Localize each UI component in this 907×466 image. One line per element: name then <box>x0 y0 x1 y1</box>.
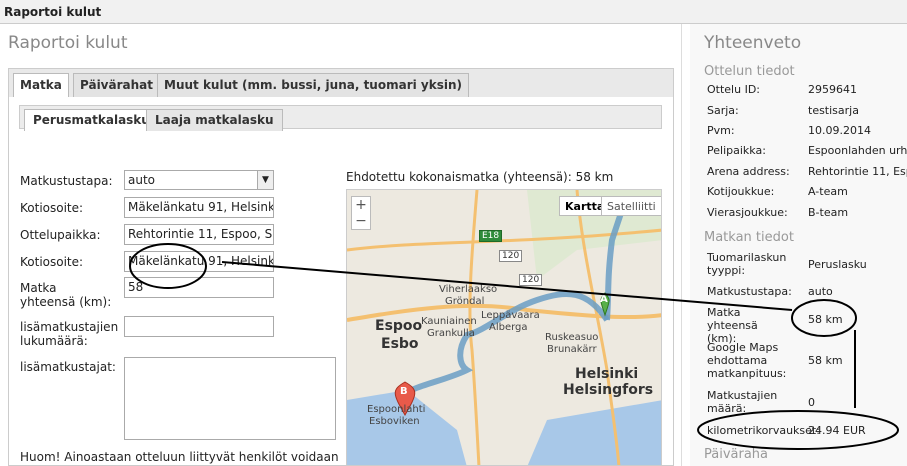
distance-summary-label: Matka yhteensä (km): <box>707 306 758 345</box>
map-label-grankulla: Grankulla <box>427 328 475 339</box>
extra-passengers-count-label: lisämatkustajien lukumäärä: <box>20 320 119 348</box>
venue-label: Ottelupaikka: <box>20 228 101 242</box>
series-value: testisarja <box>808 104 859 117</box>
zoom-out-button[interactable]: − <box>352 213 370 229</box>
map-label-leppavaara: Leppävaara <box>481 310 540 321</box>
map-label-helsinki: Helsinki <box>575 366 639 382</box>
venue-summary-label: Pelipaikka: <box>707 144 766 157</box>
date-value: 10.09.2014 <box>808 124 871 137</box>
main-tabs: Matka Päivärahat Muut kulut (mm. bussi, … <box>8 68 674 100</box>
extra-passengers-label: lisämatkustajat: <box>20 360 116 374</box>
zoom-in-button[interactable]: + <box>352 197 370 213</box>
map-type-satellite-button[interactable]: Satelliitti <box>601 196 661 216</box>
passenger-count-value: 0 <box>808 396 815 409</box>
travel-mode-summary-value: auto <box>808 285 833 298</box>
map-label-brunakarr: Brunakärr <box>547 344 597 355</box>
map-label-viherlaakso: Viherlaakso <box>439 284 498 295</box>
tab-matka[interactable]: Matka <box>13 73 69 100</box>
travel-mode-label: Matkustustapa: <box>20 174 113 188</box>
invoice-type-label: Tuomarilaskun tyyppi: <box>707 251 787 277</box>
travel-mode-value: auto <box>128 173 156 187</box>
road-shield-e18: E18 <box>479 230 503 242</box>
home-team-label: Kotijoukkue: <box>707 185 775 198</box>
road-shield-120: 120 <box>499 250 523 262</box>
map-label-grondal: Gröndal <box>445 296 485 307</box>
summary-title: Yhteenveto <box>704 33 802 53</box>
travel-section-title: Matkan tiedot <box>704 230 794 245</box>
page-title: Raportoi kulut <box>8 33 128 53</box>
home-address-input[interactable]: Mäkelänkatu 91, Helsinki, Suomi <box>124 197 274 218</box>
map-water <box>527 400 661 465</box>
marker-b-label: B <box>400 386 408 397</box>
extra-passengers-count-input[interactable] <box>124 316 274 337</box>
expense-report-panel: Raportoi kulut Matka Päivärahat Muut kul… <box>0 24 682 466</box>
match-section-title: Ottelun tiedot <box>704 64 795 79</box>
subtab-perusmatkalasku[interactable]: Perusmatkalasku <box>24 109 159 131</box>
travel-mode-summary-label: Matkustustapa: <box>707 285 792 298</box>
map-label-alberga: Alberga <box>489 322 528 333</box>
home-address-label: Kotiosoite: <box>20 201 84 215</box>
map-label-helsingfors: Helsingfors <box>563 382 654 398</box>
subtab-laaja-matkalasku[interactable]: Laaja matkalasku <box>146 109 283 131</box>
chevron-down-icon[interactable]: ▼ <box>257 171 273 189</box>
marker-a-label: A <box>600 294 608 305</box>
arena-address-value: Rehtorintie 11, Espoo <box>808 165 907 178</box>
distance-label: Matka yhteensä (km): <box>20 281 112 309</box>
passenger-note: Huom! Ainoastaan otteluun liittyvät henk… <box>20 450 339 466</box>
home-address-return-input[interactable]: Mäkelänkatu 91, Helsinki, Suomi <box>124 251 274 272</box>
distance-summary-value: 58 km <box>808 313 843 326</box>
route-map[interactable]: A B + − Kartta Satelliitti E18 120 120 V… <box>346 189 662 466</box>
arena-address-label: Arena address: <box>707 165 790 178</box>
match-id-value: 2959641 <box>808 83 857 96</box>
away-team-value: B-team <box>808 206 849 219</box>
map-label-esboviken: Esboviken <box>369 416 420 427</box>
distance-input[interactable]: 58 <box>124 277 274 298</box>
home-address-return-label: Kotiosoite: <box>20 255 84 269</box>
match-id-label: Ottelu ID: <box>707 83 760 96</box>
map-label-kauniainen: Kauniainen <box>421 316 477 327</box>
zoom-control[interactable]: + − <box>351 196 371 230</box>
tab-paivarahat[interactable]: Päivärahat <box>73 73 160 97</box>
google-distance-value: 58 km <box>808 354 843 367</box>
venue-input[interactable]: Rehtorintie 11, Espoo, Suomi <box>124 224 274 245</box>
travel-mode-select[interactable]: auto ▼ <box>124 170 274 190</box>
road-shield-120: 120 <box>519 274 543 286</box>
series-label: Sarja: <box>707 104 739 117</box>
window-titlebar: Raportoi kulut <box>0 0 907 24</box>
invoice-type-value: Peruslasku <box>808 258 867 271</box>
sub-tabs: Perusmatkalasku Laaja matkalasku <box>19 105 662 131</box>
google-distance-label: Google Maps ehdottama matkanpituus: <box>707 341 787 380</box>
away-team-label: Vierasjoukkue: <box>707 206 788 219</box>
map-label-ruskeasuo: Ruskeasuo <box>545 332 599 343</box>
mileage-allowance-label: kilometrikorvaukset: <box>707 424 820 437</box>
tab-muut-kulut[interactable]: Muut kulut (mm. bussi, juna, tuomari yks… <box>157 73 469 97</box>
passenger-count-label: Matkustajien määrä: <box>707 389 778 415</box>
home-team-value: A-team <box>808 185 848 198</box>
venue-summary-value: Espoonlahden urheiluhalli <box>808 144 907 157</box>
allowance-section-title: Päiväraha <box>704 447 769 462</box>
extra-passengers-textarea[interactable] <box>124 357 336 440</box>
map-label-espoo: Espoo <box>375 318 423 334</box>
summary-panel: Yhteenveto Ottelun tiedot Ottelu ID: 295… <box>690 24 907 466</box>
map-caption: Ehdotettu kokonaismatka (yhteensä): 58 k… <box>346 170 614 184</box>
map-label-espoonlahti: Espoonlahti <box>367 404 426 415</box>
mileage-allowance-value: 24.94 EUR <box>808 424 866 437</box>
travel-tab-content: Perusmatkalasku Laaja matkalasku Matkust… <box>8 97 674 466</box>
date-label: Pvm: <box>707 124 735 137</box>
map-label-esbo: Esbo <box>381 336 419 352</box>
